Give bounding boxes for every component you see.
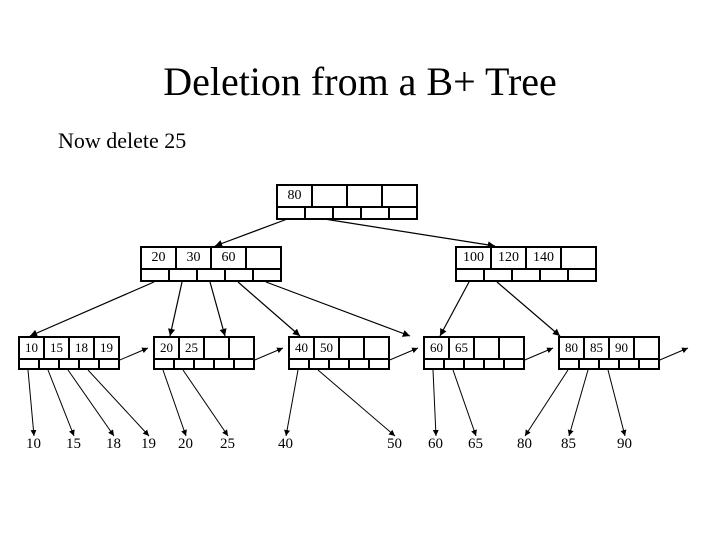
key-cell: 50 — [314, 337, 339, 359]
ptr-cell — [289, 359, 309, 369]
ptr-cell — [484, 359, 504, 369]
data-value: 90 — [617, 436, 632, 453]
leaf-node-1: 10 15 18 19 — [18, 336, 120, 370]
data-value: 15 — [66, 436, 81, 453]
ptr-cell — [329, 359, 349, 369]
key-cell: 100 — [456, 247, 491, 269]
data-value: 65 — [468, 436, 483, 453]
ptr-cell — [484, 269, 512, 281]
ptr-cell — [19, 359, 39, 369]
ptr-cell — [39, 359, 59, 369]
ptr-cell — [424, 359, 444, 369]
ptr-cell — [599, 359, 619, 369]
key-cell — [634, 337, 659, 359]
root-node: 80 — [276, 184, 418, 220]
key-cell — [382, 185, 417, 207]
ptr-cell — [389, 207, 417, 219]
key-cell — [229, 337, 254, 359]
right-internal-node: 100 120 140 — [455, 246, 597, 282]
key-cell: 65 — [449, 337, 474, 359]
ptr-cell — [79, 359, 99, 369]
ptr-cell — [214, 359, 234, 369]
left-internal-node: 20 30 60 — [140, 246, 282, 282]
key-cell — [347, 185, 382, 207]
key-cell: 30 — [176, 247, 211, 269]
leaf-node-4: 60 65 — [423, 336, 525, 370]
ptr-cell — [456, 269, 484, 281]
ptr-cell — [59, 359, 79, 369]
ptr-cell — [512, 269, 540, 281]
ptr-cell — [277, 207, 305, 219]
data-value: 10 — [26, 436, 41, 453]
ptr-cell — [225, 269, 253, 281]
data-value: 18 — [106, 436, 121, 453]
key-cell: 120 — [491, 247, 526, 269]
ptr-cell — [559, 359, 579, 369]
ptr-cell — [639, 359, 659, 369]
ptr-cell — [333, 207, 361, 219]
ptr-cell — [568, 269, 596, 281]
key-cell — [312, 185, 347, 207]
ptr-cell — [169, 269, 197, 281]
key-cell — [204, 337, 229, 359]
ptr-cell — [504, 359, 524, 369]
ptr-cell — [369, 359, 389, 369]
data-value: 60 — [428, 436, 443, 453]
ptr-cell — [309, 359, 329, 369]
ptr-cell — [579, 359, 599, 369]
ptr-cell — [154, 359, 174, 369]
ptr-cell — [444, 359, 464, 369]
data-value: 25 — [220, 436, 235, 453]
key-cell — [499, 337, 524, 359]
leaf-node-3: 40 50 — [288, 336, 390, 370]
ptr-cell — [540, 269, 568, 281]
key-cell — [339, 337, 364, 359]
data-value: 50 — [387, 436, 402, 453]
data-value: 19 — [141, 436, 156, 453]
data-value: 85 — [561, 436, 576, 453]
key-cell: 140 — [526, 247, 561, 269]
ptr-cell — [234, 359, 254, 369]
key-cell: 60 — [211, 247, 246, 269]
ptr-cell — [253, 269, 281, 281]
data-value: 20 — [178, 436, 193, 453]
key-cell — [474, 337, 499, 359]
key-cell: 80 — [277, 185, 312, 207]
key-cell: 40 — [289, 337, 314, 359]
key-cell: 18 — [69, 337, 94, 359]
ptr-cell — [305, 207, 333, 219]
instruction-text: Now delete 25 — [58, 128, 186, 154]
key-cell: 15 — [44, 337, 69, 359]
data-value: 80 — [517, 436, 532, 453]
ptr-cell — [349, 359, 369, 369]
ptr-cell — [361, 207, 389, 219]
data-value: 40 — [278, 436, 293, 453]
ptr-cell — [174, 359, 194, 369]
key-cell — [561, 247, 596, 269]
key-cell: 10 — [19, 337, 44, 359]
key-cell — [364, 337, 389, 359]
leaf-node-5: 80 85 90 — [558, 336, 660, 370]
key-cell: 85 — [584, 337, 609, 359]
key-cell: 19 — [94, 337, 119, 359]
key-cell: 80 — [559, 337, 584, 359]
ptr-cell — [99, 359, 119, 369]
key-cell: 20 — [141, 247, 176, 269]
ptr-cell — [619, 359, 639, 369]
key-cell: 60 — [424, 337, 449, 359]
key-cell: 20 — [154, 337, 179, 359]
ptr-cell — [197, 269, 225, 281]
ptr-cell — [141, 269, 169, 281]
key-cell — [246, 247, 281, 269]
page-title: Deletion from a B+ Tree — [0, 58, 720, 105]
key-cell: 25 — [179, 337, 204, 359]
leaf-node-2: 20 25 — [153, 336, 255, 370]
ptr-cell — [464, 359, 484, 369]
ptr-cell — [194, 359, 214, 369]
key-cell: 90 — [609, 337, 634, 359]
